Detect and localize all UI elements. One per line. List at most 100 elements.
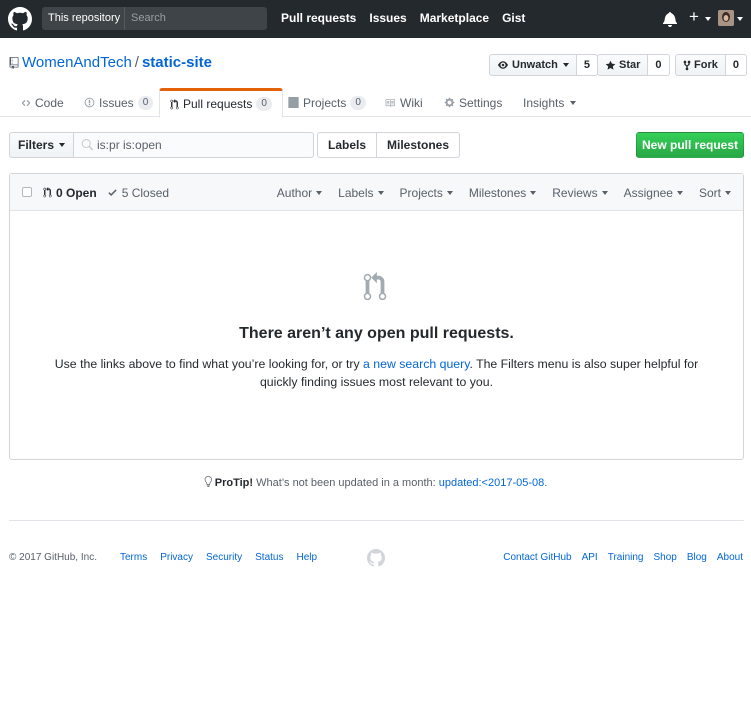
blankslate-text-start: Use the links above to find what you’re … — [54, 357, 364, 371]
plus-icon[interactable]: + — [689, 7, 699, 27]
chevron-down-icon — [570, 100, 577, 105]
star-button[interactable]: Star — [597, 54, 649, 76]
tab-pull-requests[interactable]: Pull requests 0 — [159, 88, 283, 118]
chevron-down-icon — [446, 190, 453, 195]
tab-insights[interactable]: Insights — [523, 88, 577, 117]
milestones-menu[interactable]: Milestones — [468, 185, 537, 200]
tab-issues[interactable]: Issues 0 — [84, 88, 154, 117]
chevron-down-icon — [377, 190, 384, 195]
footer-status-link[interactable]: Status — [255, 552, 283, 563]
protip-label: ProTip! — [214, 477, 254, 489]
open-filter[interactable]: 0 Open — [43, 186, 97, 200]
repo-name-link[interactable]: static-site — [142, 54, 212, 71]
repo-separator: / — [134, 54, 139, 71]
filters-button[interactable]: Filters — [9, 132, 75, 158]
projects-menu[interactable]: Projects — [400, 186, 453, 200]
nav-issues[interactable]: Issues — [369, 0, 406, 38]
sort-menu[interactable]: Sort — [699, 186, 731, 200]
repo-title: WomenAndTech / static-site — [22, 54, 212, 72]
nav-pull-requests[interactable]: Pull requests — [281, 0, 356, 38]
footer-privacy-link[interactable]: Privacy — [160, 552, 193, 563]
new-search-query-link[interactable]: a new search query — [363, 357, 469, 371]
reviews-menu-label: Reviews — [552, 185, 598, 200]
chevron-down-icon — [316, 190, 323, 195]
github-logo-icon[interactable] — [8, 7, 32, 31]
blankslate-title: There aren’t any open pull requests. — [239, 325, 514, 342]
header-search[interactable]: This repository Search — [42, 7, 267, 30]
repo-owner-link[interactable]: WomenAndTech — [22, 54, 132, 71]
bell-icon[interactable] — [663, 11, 677, 27]
top-header: This repository Search Pull requests Iss… — [0, 0, 751, 38]
filters-label: Filters — [18, 138, 55, 152]
closed-filter[interactable]: 5 Closed — [107, 186, 169, 200]
gear-icon — [444, 97, 455, 108]
closed-count: 5 Closed — [121, 185, 170, 200]
header-nav: Pull requests Issues Marketplace Gist — [281, 0, 525, 38]
watch-group: Unwatch 5 — [489, 54, 598, 76]
milestones-menu-label: Milestones — [468, 185, 527, 200]
labels-button[interactable]: Labels — [317, 132, 378, 158]
star-group: Star 0 — [597, 54, 670, 76]
chevron-down-icon — [59, 143, 66, 147]
footer-about-link[interactable]: About — [717, 552, 743, 563]
tab-code-label: Code — [35, 95, 64, 110]
footer-blog-link[interactable]: Blog — [687, 552, 707, 563]
tab-projects[interactable]: Projects 0 — [288, 88, 366, 117]
eye-icon — [498, 61, 508, 69]
filter-query: is:pr is:open — [97, 138, 162, 152]
new-pull-request-button[interactable]: New pull request — [636, 132, 744, 158]
filter-search-input[interactable]: is:pr is:open — [74, 132, 315, 158]
author-menu-label: Author — [276, 185, 313, 200]
repo-nav: Code Issues 0 Pull requests 0 Projects 0… — [0, 88, 751, 118]
author-menu[interactable]: Author — [276, 185, 323, 200]
code-icon — [21, 99, 31, 106]
search-icon — [81, 139, 94, 151]
labels-menu[interactable]: Labels — [338, 186, 384, 200]
tab-code[interactable]: Code — [21, 88, 64, 117]
chevron-down-icon — [705, 17, 711, 21]
fork-group: Fork 0 — [675, 54, 747, 76]
footer-contact-link[interactable]: Contact GitHub — [503, 552, 571, 563]
footer-training-link[interactable]: Training — [608, 552, 644, 563]
unwatch-label: Unwatch — [512, 59, 558, 71]
nav-gist[interactable]: Gist — [502, 0, 525, 38]
avatar-image-icon — [718, 10, 734, 26]
open-count: 0 Open — [56, 185, 97, 200]
footer-shop-link[interactable]: Shop — [653, 552, 676, 563]
chevron-down-icon — [676, 190, 683, 195]
git-pull-request-icon — [43, 187, 52, 198]
forks-count[interactable]: 0 — [725, 54, 747, 76]
pulls-counter: 0 — [256, 97, 272, 111]
watchers-count[interactable]: 5 — [576, 54, 598, 76]
footer-left: © 2017 GitHub, Inc. Terms Privacy Securi… — [9, 552, 317, 563]
select-all-checkbox[interactable] — [22, 187, 32, 197]
list-header: 0 Open 5 Closed Author Labels Projects M… — [10, 174, 743, 211]
chevron-down-icon — [530, 190, 537, 195]
git-pull-request-icon — [363, 272, 387, 301]
unwatch-button[interactable]: Unwatch — [489, 54, 577, 76]
avatar[interactable] — [718, 10, 734, 26]
tab-settings[interactable]: Settings — [444, 88, 502, 117]
footer-terms-link[interactable]: Terms — [120, 552, 147, 563]
repo-icon — [9, 57, 19, 69]
footer-help-link[interactable]: Help — [296, 552, 317, 563]
tab-issues-label: Issues — [99, 95, 134, 110]
nav-marketplace[interactable]: Marketplace — [420, 0, 489, 38]
projects-menu-label: Projects — [399, 185, 443, 200]
protip: ProTip! What’s not been updated in a mon… — [0, 476, 751, 489]
reviews-menu[interactable]: Reviews — [552, 185, 608, 200]
protip-end: . — [544, 477, 548, 489]
state-toggles: 0 Open 5 Closed — [43, 174, 169, 211]
assignee-menu[interactable]: Assignee — [624, 186, 683, 200]
labels-milestones-group: Labels Milestones — [317, 132, 461, 158]
footer-security-link[interactable]: Security — [206, 552, 242, 563]
stars-count[interactable]: 0 — [648, 54, 670, 76]
fork-button[interactable]: Fork — [675, 54, 726, 76]
copyright: © 2017 GitHub, Inc. — [9, 552, 97, 563]
github-mark-icon[interactable] — [367, 549, 385, 567]
footer-api-link[interactable]: API — [582, 552, 598, 563]
milestones-button[interactable]: Milestones — [377, 132, 461, 158]
search-input[interactable]: Search — [131, 7, 166, 30]
protip-link[interactable]: updated:<2017-05-08 — [439, 477, 545, 489]
tab-wiki[interactable]: Wiki — [384, 88, 423, 117]
